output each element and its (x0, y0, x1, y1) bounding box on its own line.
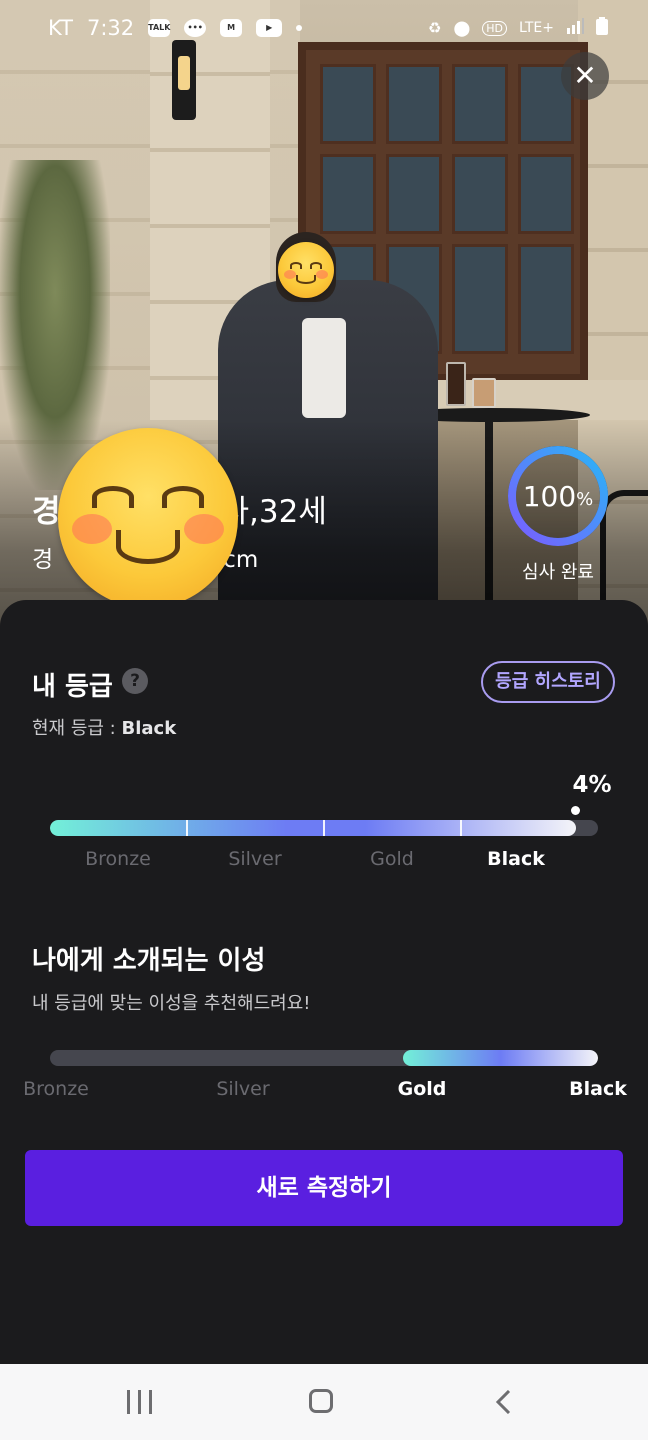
back-icon[interactable] (494, 1390, 514, 1414)
grade-percent-label: 4% (572, 772, 612, 798)
review-percent: 100% (505, 443, 611, 549)
grade-progress-fill (50, 820, 577, 836)
photo-lamp-bulb (178, 56, 190, 90)
review-percent-value: 100 (522, 479, 577, 513)
current-grade-prefix: 현재 등급 : (32, 718, 122, 739)
profile-age: 32세 (258, 494, 327, 530)
intro-tier-silver: Silver (216, 1078, 270, 1100)
current-grade-value: Black (121, 718, 177, 739)
location-icon: ⬤ (453, 19, 471, 37)
m-icon: M (220, 19, 243, 37)
grade-history-button[interactable]: 등급 히스토리 (481, 661, 615, 703)
grade-progress-bar (50, 820, 598, 836)
photo-cup (472, 378, 496, 408)
hd-icon: HD (482, 20, 507, 36)
home-icon[interactable] (309, 1389, 333, 1413)
signal-icon (566, 18, 584, 38)
more-notifications-icon (296, 25, 303, 31)
chat-icon: ••• (184, 19, 207, 37)
grade-tier-gold: Gold (370, 848, 414, 870)
recent-apps-icon[interactable] (127, 1390, 153, 1414)
network-label: LTE+ (519, 20, 554, 36)
photo-cup (446, 362, 466, 406)
remeasure-button[interactable]: 새로 측정하기 (25, 1150, 623, 1226)
grade-tick (323, 820, 325, 836)
carrier-label: KT (48, 16, 73, 40)
photo-shirt (302, 318, 346, 418)
intro-tier-gold: Gold (397, 1078, 447, 1100)
profile-cover-emoji-icon (58, 428, 238, 608)
recycle-icon: ♻ (428, 19, 442, 37)
close-icon: ✕ (573, 59, 597, 92)
grade-tick (186, 820, 188, 836)
intro-range-fill (403, 1050, 598, 1066)
grade-tier-silver: Silver (228, 848, 282, 870)
help-icon[interactable]: ? (122, 668, 148, 694)
grade-marker-dot (571, 806, 580, 815)
grade-tier-black: Black (487, 848, 545, 870)
battery-icon (596, 17, 608, 39)
current-grade: 현재 등급 : Black (32, 714, 176, 740)
review-percent-unit: % (576, 488, 594, 510)
screen: KT 7:32 TALK ••• M ▶ ♻ ⬤ HD LTE+ ✕ 경 사,32… (0, 0, 648, 1440)
intro-title: 나에게 소개되는 이성 (32, 946, 266, 976)
grade-tier-bronze: Bronze (85, 848, 151, 870)
clock: 7:32 (86, 16, 135, 40)
intro-range-bar (50, 1050, 598, 1066)
profile-name-first: 경 (32, 494, 61, 530)
review-caption: 심사 완료 (522, 562, 594, 583)
intro-subtitle: 내 등급에 맞는 이성을 추천해드려요! (32, 993, 311, 1014)
youtube-icon: ▶ (256, 19, 283, 37)
profile-location-first: 경 (32, 547, 54, 573)
intro-tier-bronze: Bronze (23, 1078, 89, 1100)
close-button[interactable]: ✕ (561, 52, 609, 100)
grade-title: 내 등급 (32, 672, 113, 702)
status-bar: KT 7:32 TALK ••• M ▶ ♻ ⬤ HD LTE+ (0, 0, 648, 56)
grade-tick (460, 820, 462, 836)
intro-tier-black: Black (569, 1078, 627, 1100)
talk-icon: TALK (148, 19, 170, 37)
face-cover-emoji-icon (278, 242, 334, 298)
